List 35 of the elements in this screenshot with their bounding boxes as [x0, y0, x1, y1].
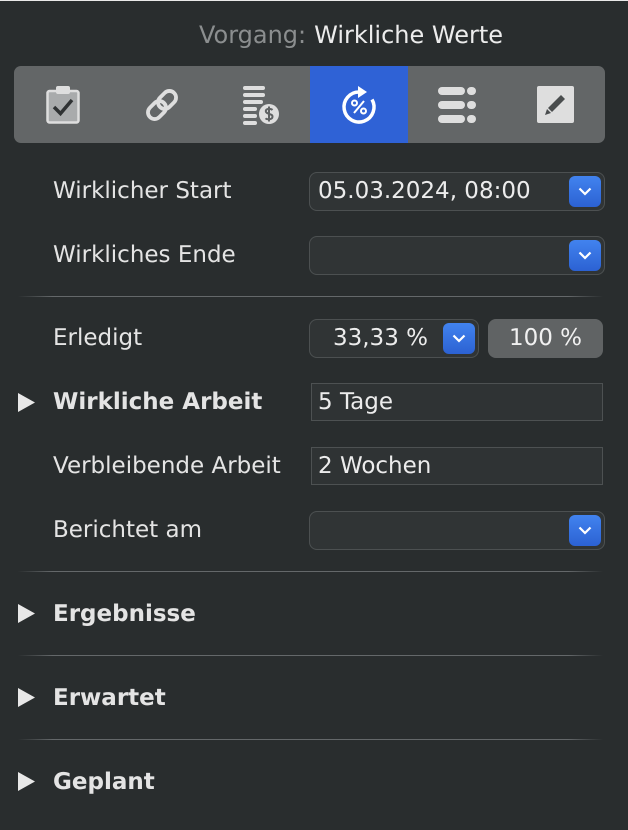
section-title: Ergebnisse — [53, 600, 196, 626]
date-field[interactable]: 05.03.2024, 08:00 — [309, 172, 605, 210]
clipboard-check-icon — [46, 86, 80, 124]
field-label: Wirkliches Ende — [53, 242, 236, 268]
text-field[interactable]: 2 Wochen — [311, 447, 603, 485]
toolbar-tab[interactable] — [310, 66, 408, 143]
field-label: Wirklicher Start — [53, 178, 232, 204]
field-label: Erledigt — [53, 325, 142, 351]
date-field[interactable] — [309, 510, 605, 550]
header-label: Vorgang: — [198, 20, 306, 51]
pencil-square-icon — [537, 86, 574, 123]
section-title: Erwartet — [53, 684, 166, 710]
chevron-down-icon — [578, 526, 592, 534]
chevron-down-icon — [578, 250, 592, 260]
disclosure-triangle-icon[interactable] — [18, 392, 35, 412]
field-label: Verbleibende Arbeit — [53, 453, 281, 479]
disclosure-triangle-icon[interactable] — [18, 604, 35, 623]
dropdown-button[interactable] — [569, 240, 601, 270]
percent-field[interactable]: 33,33 % — [309, 318, 479, 358]
list-icon — [438, 86, 476, 122]
percent-button[interactable]: 100 % — [488, 318, 603, 358]
header-title: Wirkliche Werte — [314, 20, 504, 51]
date-field[interactable] — [309, 236, 605, 274]
disclosure-triangle-icon[interactable] — [18, 688, 35, 707]
dropdown-button[interactable] — [569, 176, 601, 206]
coins-dollar-icon — [241, 84, 280, 124]
dropdown-button[interactable] — [443, 322, 475, 354]
chevron-down-icon — [452, 334, 466, 342]
disclosure-triangle-icon[interactable] — [18, 772, 35, 791]
dropdown-button[interactable] — [569, 514, 601, 546]
text-field[interactable]: 5 Tage — [311, 383, 603, 421]
field-label: Berichtet am — [53, 517, 202, 543]
chevron-down-icon — [578, 186, 592, 196]
section-title: Geplant — [53, 768, 155, 794]
field-label: Wirkliche Arbeit — [53, 389, 262, 415]
